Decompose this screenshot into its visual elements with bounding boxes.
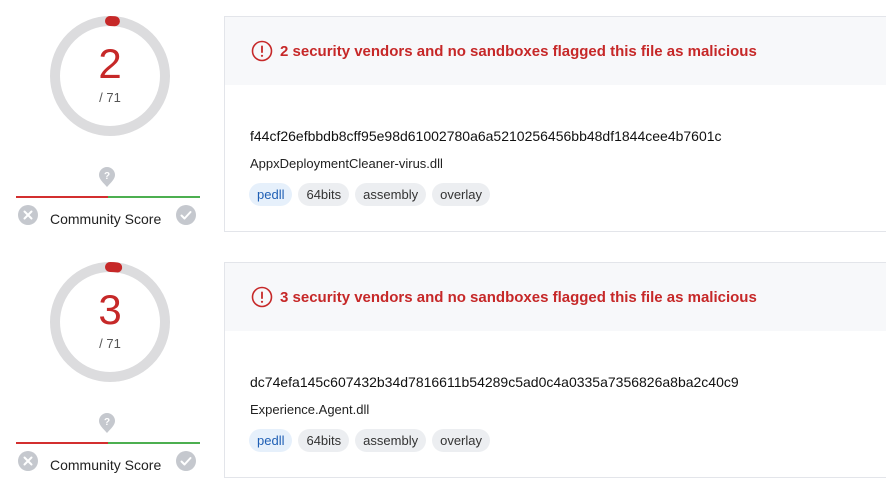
tag-list: pedll 64bits assembly overlay xyxy=(249,183,491,207)
community-score-label: Community Score xyxy=(50,211,162,227)
tag-overlay[interactable]: overlay xyxy=(432,429,491,452)
svg-text:?: ? xyxy=(104,171,110,182)
negative-score-segment xyxy=(16,442,108,444)
positive-score-segment xyxy=(108,442,200,444)
detection-total: / 71 xyxy=(99,90,121,105)
question-mark-icon[interactable]: ? xyxy=(97,413,117,433)
detection-count: 3 xyxy=(98,286,122,333)
file-name: AppxDeploymentCleaner-virus.dll xyxy=(250,156,443,171)
question-mark-icon[interactable]: ? xyxy=(97,167,117,187)
check-icon[interactable] xyxy=(176,205,196,225)
x-icon[interactable] xyxy=(18,451,38,471)
tag-list: pedll 64bits assembly overlay xyxy=(249,429,491,453)
file-result-row: 3 / 71 ? Community Score 3 security vend… xyxy=(0,246,886,478)
exclamation-circle-icon xyxy=(251,40,273,62)
detection-score-panel: 3 / 71 ? Community Score xyxy=(0,246,215,478)
tag-64bits[interactable]: 64bits xyxy=(298,183,350,206)
alert-message: 2 security vendors and no sandboxes flag… xyxy=(280,43,757,60)
tag-assembly[interactable]: assembly xyxy=(355,183,427,206)
detection-count: 2 xyxy=(98,40,122,87)
file-result-row: 2 / 71 ? Community Score 2 security vend… xyxy=(0,0,886,232)
tag-overlay[interactable]: overlay xyxy=(432,183,491,206)
file-name: Experience.Agent.dll xyxy=(250,402,370,417)
file-hash-link[interactable]: dc74efa145c607432b34d7816611b54289c5ad0c… xyxy=(250,374,739,390)
detection-gauge: 2 / 71 xyxy=(48,14,172,138)
detection-score-panel: 2 / 71 ? Community Score xyxy=(0,0,215,232)
exclamation-circle-icon xyxy=(251,286,273,308)
community-score-bar xyxy=(16,442,200,444)
detection-gauge: 3 / 71 xyxy=(48,260,172,384)
negative-score-segment xyxy=(16,196,108,198)
community-score-bar xyxy=(16,196,200,198)
x-icon[interactable] xyxy=(18,205,38,225)
file-card[interactable]: 3 security vendors and no sandboxes flag… xyxy=(224,262,886,478)
alert-banner: 2 security vendors and no sandboxes flag… xyxy=(225,17,886,85)
alert-banner: 3 security vendors and no sandboxes flag… xyxy=(225,263,886,331)
tag-64bits[interactable]: 64bits xyxy=(298,429,350,452)
community-score-label: Community Score xyxy=(50,457,162,473)
file-card[interactable]: 2 security vendors and no sandboxes flag… xyxy=(224,16,886,232)
svg-text:?: ? xyxy=(104,417,110,428)
detection-total: / 71 xyxy=(99,336,121,351)
tag-assembly[interactable]: assembly xyxy=(355,429,427,452)
check-icon[interactable] xyxy=(176,451,196,471)
file-hash-link[interactable]: f44cf26efbbdb8cff95e98d61002780a6a521025… xyxy=(250,128,722,144)
tag-pedll[interactable]: pedll xyxy=(249,429,293,452)
positive-score-segment xyxy=(108,196,200,198)
tag-pedll[interactable]: pedll xyxy=(249,183,293,206)
alert-message: 3 security vendors and no sandboxes flag… xyxy=(280,289,757,306)
